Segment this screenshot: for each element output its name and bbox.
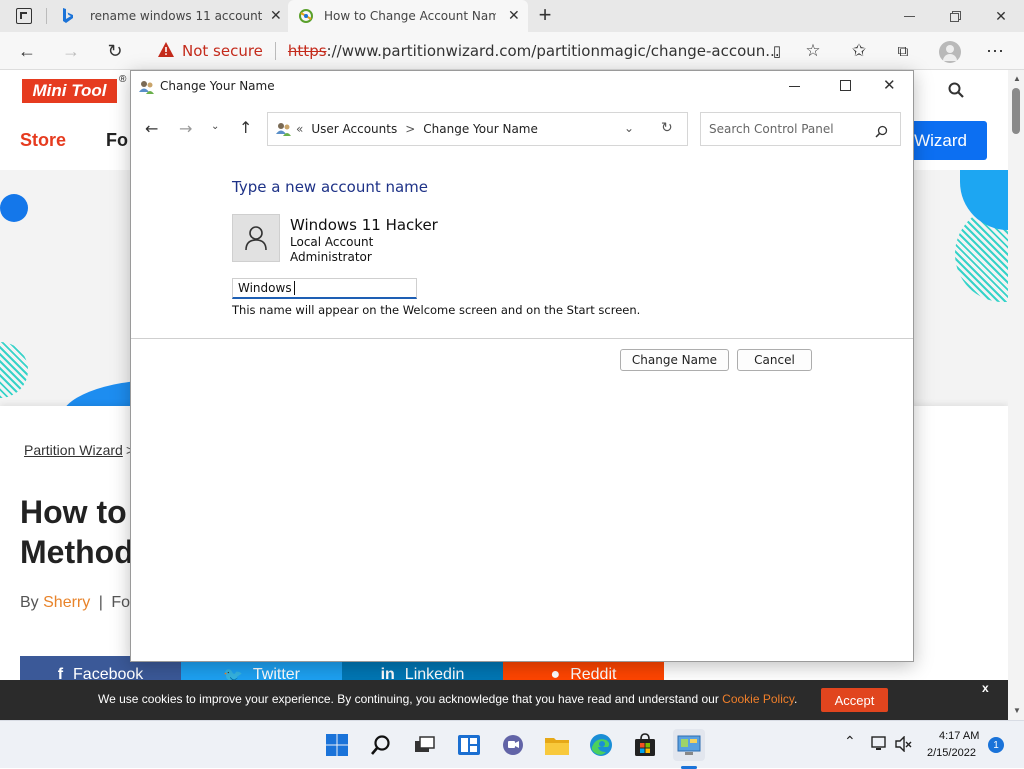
page-scrollbar[interactable]: ▲ ▼ [1008, 70, 1024, 720]
maximize-icon[interactable] [840, 80, 851, 91]
new-name-input[interactable]: Windows [232, 278, 417, 299]
tab-bar: rename windows 11 account - Se ✕ How to … [0, 0, 1024, 32]
change-your-name-window: Change Your Name ✕ ← → ⌄ ↑ « User Accoun… [130, 70, 914, 662]
accept-cookies-button[interactable]: Accept [821, 688, 888, 712]
tab-title: rename windows 11 account - Se [90, 9, 262, 23]
add-favorite-icon[interactable]: ☆ [798, 36, 828, 66]
article-title-line1: How to [20, 494, 127, 530]
cookie-banner: We use cookies to improve your experienc… [0, 680, 1008, 720]
cookie-policy-link[interactable]: Cookie Policy [722, 692, 794, 706]
change-name-button[interactable]: Change Name [620, 349, 729, 371]
chevron-down-icon[interactable]: ⌄ [624, 121, 634, 135]
scrollbar-thumb[interactable] [1012, 88, 1020, 134]
not-secure-label: Not secure [182, 42, 263, 60]
scroll-up-icon[interactable]: ▲ [1013, 74, 1021, 83]
account-role: Administrator [290, 250, 372, 264]
window-titlebar[interactable]: Change Your Name ✕ [131, 71, 913, 103]
close-icon[interactable]: ✕ [270, 8, 282, 24]
decor-circle [0, 194, 28, 222]
tab-actions-icon[interactable] [16, 8, 32, 24]
breadcrumb-change-your-name[interactable]: Change Your Name [423, 122, 538, 136]
user-accounts-icon [139, 79, 155, 95]
url-scheme: https [287, 42, 327, 60]
forward-arrow-icon[interactable]: → [179, 119, 192, 138]
minitool-logo[interactable]: Mini Tool [22, 79, 117, 103]
control-panel-taskbar-icon[interactable] [673, 729, 705, 761]
address-bar-row: ← → ↻ Not secure https ://www.partitionw… [0, 32, 1024, 70]
close-icon[interactable]: ✕ [883, 76, 896, 94]
minimize-icon[interactable] [886, 0, 932, 32]
search-icon [875, 123, 888, 142]
user-display-name: Windows 11 Hacker [290, 216, 438, 234]
refresh-icon[interactable]: ↻ [100, 36, 130, 66]
scroll-down-icon[interactable]: ▼ [1013, 706, 1021, 715]
window-title: Change Your Name [160, 79, 275, 93]
logo-reg-mark: ® [119, 74, 127, 85]
control-panel-icon [276, 121, 292, 137]
nav-partial[interactable]: Fo [106, 130, 128, 151]
search-icon[interactable] [948, 82, 968, 102]
network-icon[interactable] [871, 736, 889, 757]
search-control-panel-input[interactable]: Search Control Panel [700, 112, 901, 146]
tab-title: How to Change Account Name o [324, 9, 496, 23]
name-hint: This name will appear on the Welcome scr… [232, 303, 641, 317]
avatar[interactable] [939, 41, 961, 63]
bing-icon [60, 8, 76, 24]
favorites-icon[interactable]: ✩ [844, 36, 874, 66]
url-field[interactable]: Not secure https ://www.partitionwizard.… [150, 36, 830, 66]
clock-time[interactable]: 4:17 AM [939, 730, 979, 742]
restore-icon[interactable] [932, 0, 978, 32]
user-avatar [232, 214, 280, 262]
address-breadcrumb[interactable]: « User Accounts > Change Your Name ⌄ ↻ [267, 112, 688, 146]
recent-locations-icon[interactable]: ⌄ [211, 121, 219, 132]
reader-view-icon[interactable]: ▯ [762, 36, 792, 66]
search-icon[interactable] [365, 729, 397, 761]
edge-browser-icon[interactable] [585, 729, 617, 761]
breadcrumb-link[interactable]: Partition Wizard [24, 442, 123, 458]
chevron-up-icon[interactable]: ⌃ [844, 733, 856, 750]
minimize-icon[interactable] [789, 86, 800, 87]
close-cookie-banner[interactable]: x [982, 681, 989, 695]
file-explorer-icon[interactable] [541, 729, 573, 761]
section-heading: Type a new account name [232, 178, 429, 196]
notification-badge[interactable]: 1 [988, 737, 1004, 753]
refresh-icon[interactable]: ↻ [661, 120, 673, 136]
article-title-line2: Method [20, 534, 134, 570]
nav-store[interactable]: Store [20, 130, 66, 151]
tab-change-account-name[interactable]: How to Change Account Name o ✕ [288, 0, 528, 32]
close-window-icon[interactable]: ✕ [978, 0, 1024, 32]
back-arrow-icon[interactable]: ← [12, 36, 42, 66]
breadcrumb-user-accounts[interactable]: User Accounts [311, 122, 397, 136]
byline: By Sherry | Fo [20, 594, 130, 611]
close-icon[interactable]: ✕ [508, 8, 520, 24]
task-view-icon[interactable] [409, 729, 441, 761]
new-tab-icon[interactable]: + [534, 4, 556, 26]
widgets-icon[interactable] [453, 729, 485, 761]
clock-date[interactable]: 2/15/2022 [927, 747, 976, 759]
site-favicon-icon [298, 8, 314, 24]
warning-icon [158, 41, 174, 61]
up-arrow-icon[interactable]: ↑ [239, 118, 252, 137]
url-text: ://www.partitionwizard.com/partitionmagi… [326, 42, 780, 60]
windows-start-icon[interactable] [321, 729, 353, 761]
more-icon[interactable]: ⋯ [980, 36, 1010, 66]
account-type: Local Account [290, 235, 374, 249]
user-icon [245, 226, 267, 251]
cookie-text: We use cookies to improve your experienc… [98, 692, 798, 706]
forward-arrow-icon[interactable]: → [56, 36, 86, 66]
taskbar: ⌃ 4:17 AM 2/15/2022 1 [0, 720, 1024, 769]
chat-icon[interactable] [497, 729, 529, 761]
volume-muted-icon[interactable] [895, 735, 913, 757]
tab-rename-search[interactable]: rename windows 11 account - Se ✕ [52, 0, 284, 32]
divider [131, 338, 913, 339]
collections-icon[interactable]: ⧉ [888, 36, 918, 66]
back-arrow-icon[interactable]: ← [145, 119, 158, 138]
microsoft-store-icon[interactable] [629, 729, 661, 761]
cancel-button[interactable]: Cancel [737, 349, 812, 371]
author-link[interactable]: Sherry [43, 594, 90, 611]
